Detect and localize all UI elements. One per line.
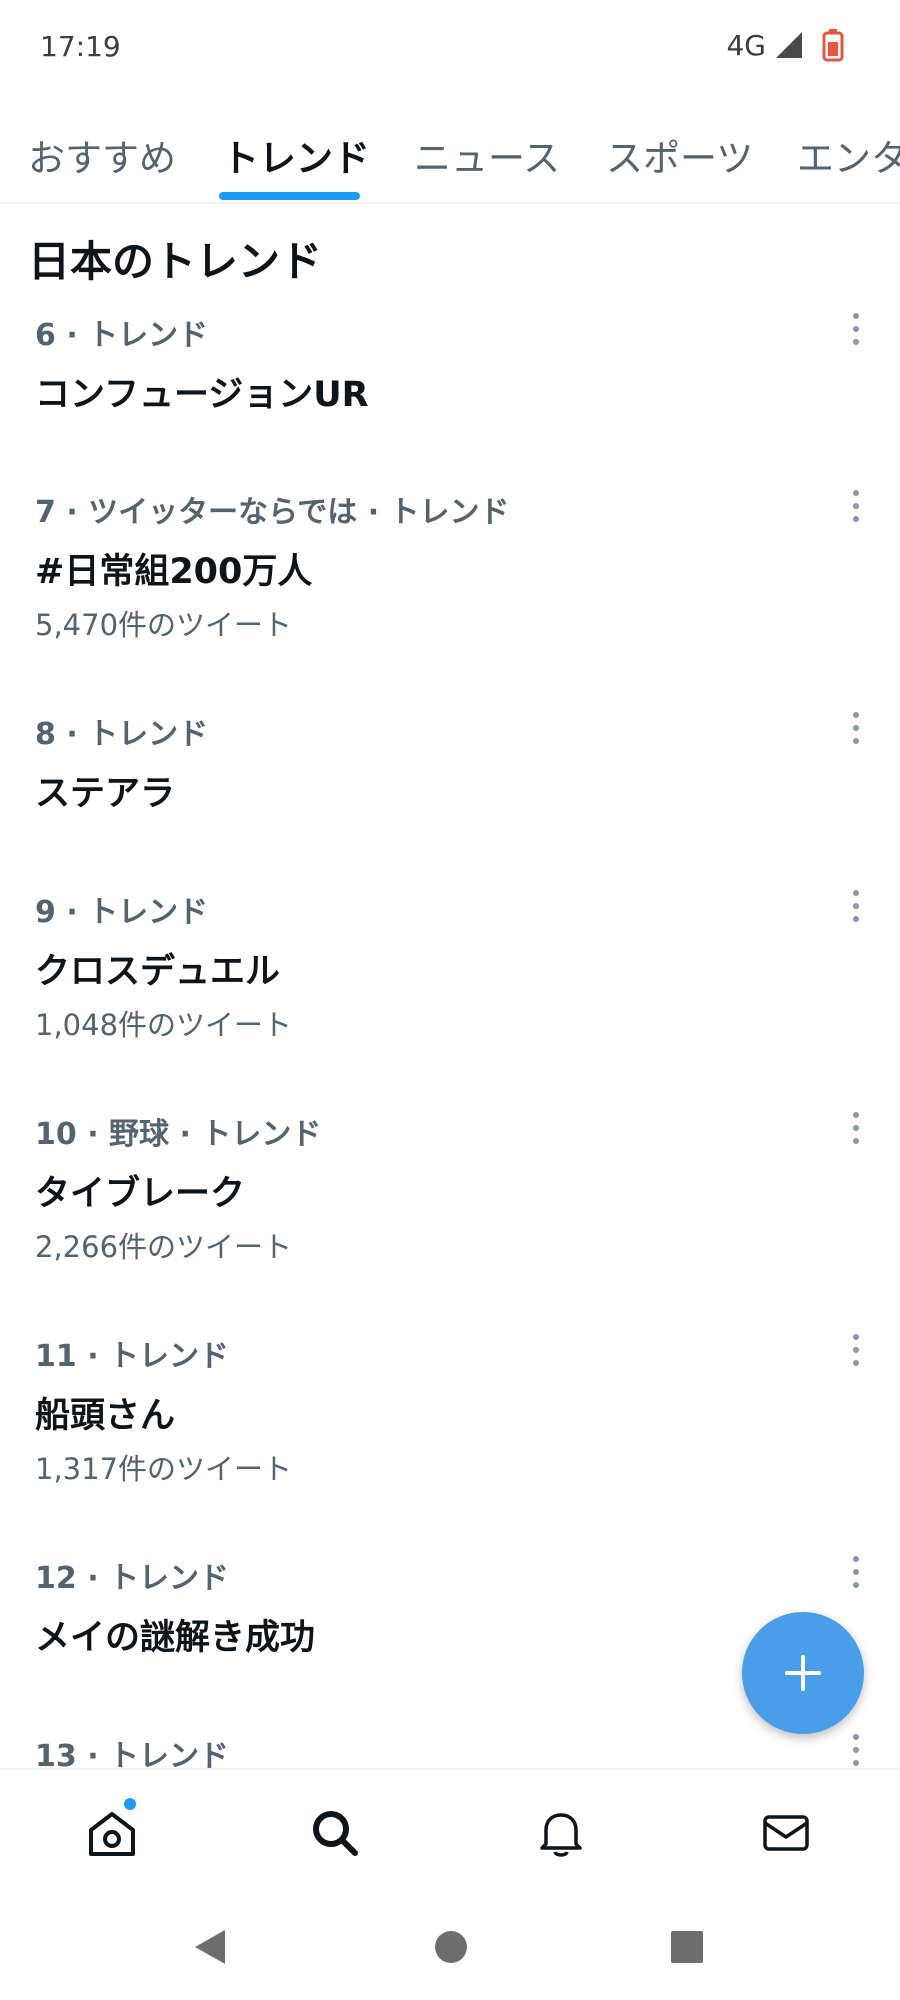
trend-meta: 9 · トレンド <box>35 895 209 930</box>
bell-icon <box>540 1813 582 1857</box>
back-icon[interactable] <box>193 1928 227 1966</box>
home-icon <box>89 1812 135 1856</box>
trend-meta: 13 · トレンド <box>35 1739 230 1769</box>
trend-name: #日常組200万人 <box>35 552 313 592</box>
status-bar: 17:19 4G <box>0 0 900 96</box>
trend-item[interactable]: 9 · トレンド クロスデュエル 1,048件のツイート <box>0 887 900 1087</box>
home-circle-icon[interactable] <box>434 1930 468 1964</box>
trend-tweet-count: 1,317件のツイート <box>35 1452 293 1486</box>
more-options-icon[interactable] <box>846 1555 866 1589</box>
nav-search[interactable] <box>308 1806 362 1860</box>
battery-icon <box>822 29 844 62</box>
nav-home[interactable] <box>85 1806 139 1860</box>
nav-messages[interactable] <box>759 1806 813 1860</box>
trend-item[interactable]: 11 · トレンド 船頭さん 1,317件のツイート <box>0 1331 900 1531</box>
trend-item[interactable]: 8 · トレンド ステアラ <box>0 709 900 879</box>
plus-icon <box>785 1655 821 1691</box>
tab-bar: おすすめ トレンド ニュース スポーツ エンタ <box>0 118 900 204</box>
tab-trending[interactable]: トレンド <box>222 128 370 182</box>
screen: 17:19 4G おすすめ トレンド ニュース スポーツ エンタ 日本のトレンド… <box>0 0 900 2000</box>
trend-name: コンフュージョンUR <box>35 375 369 415</box>
nav-notifications[interactable] <box>534 1806 588 1860</box>
compose-tweet-button[interactable] <box>742 1612 864 1734</box>
trend-meta: 7 · ツイッターならでは · トレンド <box>35 495 510 530</box>
trend-item[interactable]: 13 · トレンド <box>0 1731 900 1769</box>
system-nav-bar <box>0 1896 900 2000</box>
search-icon <box>313 1811 358 1856</box>
trend-tweet-count: 1,048件のツイート <box>35 1008 293 1042</box>
home-notification-badge <box>124 1798 136 1810</box>
mail-icon <box>763 1815 809 1851</box>
more-options-icon[interactable] <box>846 1733 866 1767</box>
status-icons: 4G <box>726 28 844 62</box>
trend-meta: 11 · トレンド <box>35 1339 230 1374</box>
tab-sports[interactable]: スポーツ <box>606 128 753 182</box>
more-options-icon[interactable] <box>846 1333 866 1367</box>
recents-icon[interactable] <box>670 1930 704 1964</box>
trend-name: タイブレーク <box>35 1174 246 1214</box>
network-label: 4G <box>726 28 766 62</box>
section-title: 日本のトレンド <box>28 237 323 286</box>
trend-meta: 10 · 野球 · トレンド <box>35 1117 322 1152</box>
more-options-icon[interactable] <box>846 312 866 346</box>
more-options-icon[interactable] <box>846 889 866 923</box>
trend-tweet-count: 2,266件のツイート <box>35 1230 293 1264</box>
trend-item[interactable]: 10 · 野球 · トレンド タイブレーク 2,266件のツイート <box>0 1109 900 1309</box>
trend-name: ステアラ <box>35 774 176 814</box>
trend-item[interactable]: 7 · ツイッターならでは · トレンド #日常組200万人 5,470件のツイ… <box>0 487 900 687</box>
active-tab-indicator <box>219 192 360 200</box>
trend-name: クロスデュエル <box>35 952 281 992</box>
bottom-nav <box>0 1768 900 1896</box>
more-options-icon[interactable] <box>846 489 866 523</box>
trend-meta: 8 · トレンド <box>35 717 209 752</box>
more-options-icon[interactable] <box>846 1111 866 1145</box>
trend-name: 船頭さん <box>35 1396 176 1436</box>
tab-news[interactable]: ニュース <box>414 128 560 182</box>
status-time: 17:19 <box>40 30 121 63</box>
tab-entertainment[interactable]: エンタ <box>797 128 900 182</box>
tab-recommended[interactable]: おすすめ <box>28 128 176 182</box>
trend-meta: 6 · トレンド <box>35 318 209 353</box>
trend-meta: 12 · トレンド <box>35 1561 230 1596</box>
more-options-icon[interactable] <box>846 711 866 745</box>
signal-icon <box>776 32 802 58</box>
trend-item[interactable]: 6 · トレンド コンフュージョンUR <box>0 310 900 480</box>
trend-tweet-count: 5,470件のツイート <box>35 608 293 642</box>
trend-name: メイの謎解き成功 <box>35 1618 316 1658</box>
